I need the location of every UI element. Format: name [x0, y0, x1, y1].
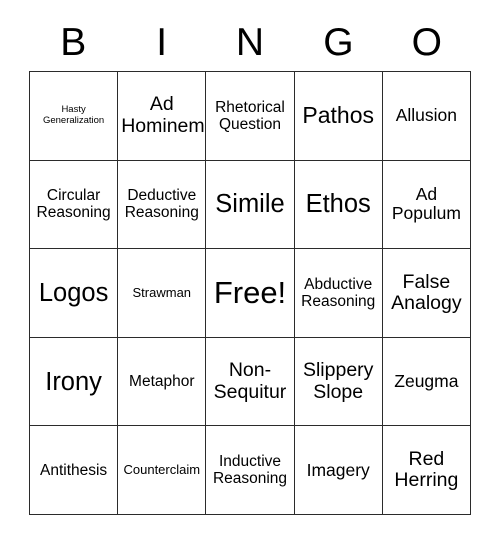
bingo-header-letter-o: O: [411, 21, 442, 64]
bingo-cell-label: Ethos: [305, 190, 371, 219]
bingo-cell-r3-c1[interactable]: Logos: [30, 249, 119, 338]
bingo-free-space[interactable]: Free!: [206, 249, 295, 338]
bingo-card: B I N G O Hasty Generalization Ad Hominem Rhet…: [0, 0, 500, 544]
bingo-cell-r2-c4[interactable]: Ethos: [294, 160, 383, 250]
bingo-cell-r4-c5[interactable]: Zeugma: [382, 337, 471, 427]
bingo-cell-r1-c2[interactable]: Ad Hominem: [118, 72, 207, 161]
bingo-header-letter-b: B: [60, 21, 87, 64]
bingo-cell-label: Free!: [213, 274, 287, 310]
bingo-cell-label: False Analogy: [391, 270, 462, 314]
bingo-cell-label: Rhetorical Question: [215, 98, 285, 133]
bingo-cell-r5-c4[interactable]: Imagery: [294, 426, 383, 515]
bingo-cell-label: Inductive Reasoning: [212, 453, 288, 488]
bingo-header-letter-i: I: [156, 21, 168, 64]
bingo-cell-label: Ad Hominem: [121, 93, 205, 137]
bingo-cell-r1-c5[interactable]: Allusion: [382, 72, 471, 161]
bingo-cell-label: Strawman: [132, 284, 192, 300]
bingo-cell-r4-c2[interactable]: Metaphor: [118, 337, 207, 427]
bingo-grid: Hasty Generalization Ad Hominem Rhetorical…: [29, 71, 471, 515]
bingo-cell-r2-c5[interactable]: Ad Populum: [382, 160, 471, 250]
bingo-cell-r4-c4[interactable]: Slippery Slope: [294, 337, 383, 427]
bingo-cell-label: Allusion: [395, 105, 458, 126]
bingo-cell-label: Pathos: [302, 102, 374, 129]
bingo-cell-r1-c1[interactable]: Hasty Generalization: [30, 72, 119, 161]
bingo-cell-r5-c2[interactable]: Counterclaim: [118, 426, 207, 515]
bingo-cell-label: Irony: [45, 367, 102, 396]
bingo-cell-r1-c4[interactable]: Pathos: [294, 72, 383, 161]
bingo-cell-r4-c1[interactable]: Irony: [30, 337, 119, 427]
bingo-cell-r4-c3[interactable]: Non- Sequitur: [206, 337, 295, 427]
bingo-cell-label: Zeugma: [394, 370, 459, 391]
bingo-cell-label: Circular Reasoning: [36, 187, 111, 222]
bingo-cell-label: Logos: [38, 278, 109, 307]
bingo-cell-label: Abductive Reasoning: [301, 275, 376, 310]
bingo-cell-r5-c5[interactable]: Red Herring: [382, 426, 471, 515]
bingo-cell-label: Metaphor: [129, 373, 195, 391]
bingo-header-row: BINGO: [29, 14, 471, 71]
bingo-header-letter-g: G: [323, 21, 354, 64]
bingo-cell-r2-c1[interactable]: Circular Reasoning: [30, 160, 119, 250]
bingo-cell-r5-c1[interactable]: Antithesis: [30, 426, 119, 515]
bingo-header-letter-n: N: [235, 21, 265, 64]
bingo-cell-r3-c2[interactable]: Strawman: [118, 249, 207, 338]
bingo-cell-r3-c4[interactable]: Abductive Reasoning: [294, 249, 383, 338]
bingo-cell-label: Ad Populum: [391, 184, 461, 224]
bingo-cell-label: Simile: [215, 190, 285, 219]
bingo-cell-label: Red Herring: [394, 447, 459, 492]
bingo-cell-label: Non- Sequitur: [213, 359, 287, 403]
bingo-cell-r5-c3[interactable]: Inductive Reasoning: [206, 426, 295, 515]
bingo-cell-label: Deductive Reasoning: [124, 187, 199, 222]
bingo-cell-r3-c5[interactable]: False Analogy: [382, 249, 471, 338]
bingo-cell-label: Imagery: [306, 459, 370, 480]
bingo-cell-r2-c3[interactable]: Simile: [206, 160, 295, 250]
bingo-cell-r1-c3[interactable]: Rhetorical Question: [206, 72, 295, 161]
bingo-cell-label: Antithesis: [39, 461, 108, 479]
bingo-cell-label: Slippery Slope: [302, 359, 374, 403]
bingo-cell-label: Counterclaim: [123, 462, 201, 478]
bingo-cell-label: Hasty Generalization: [42, 104, 105, 126]
bingo-cell-r2-c2[interactable]: Deductive Reasoning: [118, 160, 207, 250]
